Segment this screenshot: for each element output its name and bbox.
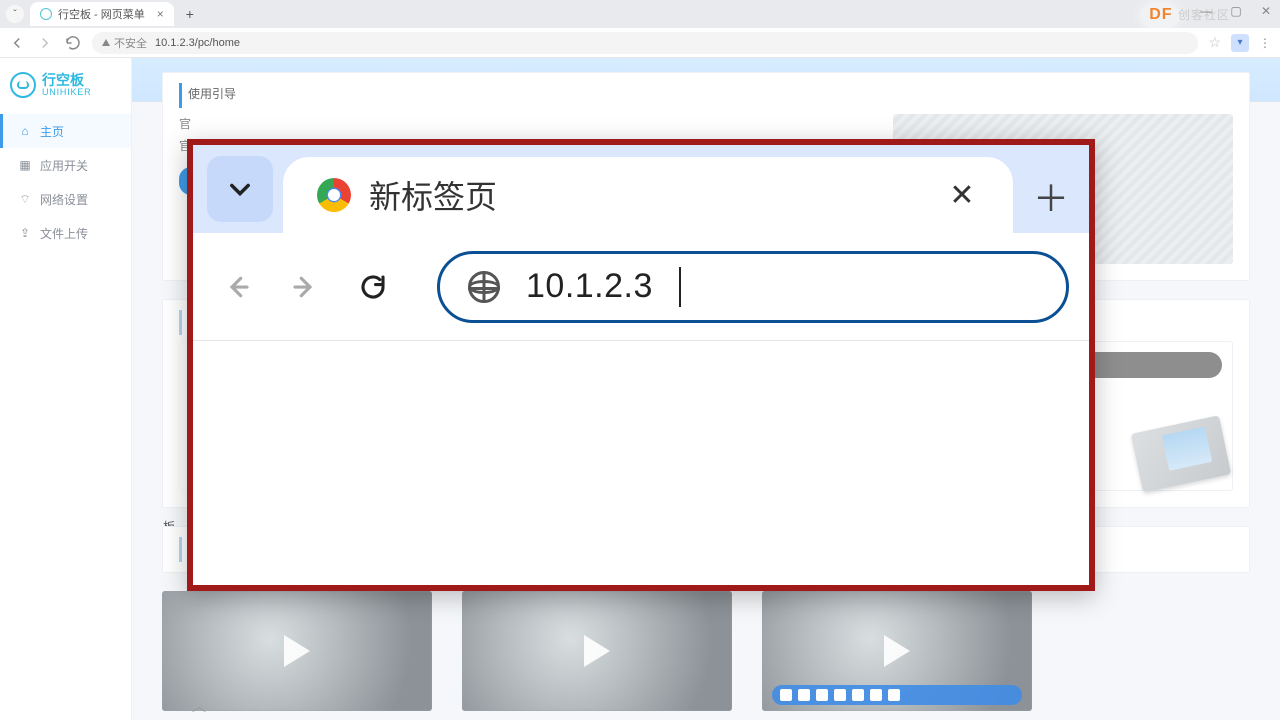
video-row — [132, 591, 1280, 711]
sidebar-item-label: 文件上传 — [40, 225, 88, 242]
overlay-page-body — [193, 341, 1089, 585]
chrome-logo-icon — [317, 178, 351, 212]
chevron-up-icon[interactable]: ︿ — [192, 696, 206, 716]
tab-title: 行空板 - 网页菜单 — [58, 6, 145, 22]
sidebar-nav: ⌂ 主页 ▦ 应用开关 ⌔ 网络设置 ⇪ 文件上传 — [0, 114, 131, 250]
upload-icon: ⇪ — [18, 226, 32, 240]
play-icon — [284, 635, 310, 667]
overlay-tabs-menu-button[interactable] — [207, 156, 273, 222]
sidebar-item-home[interactable]: ⌂ 主页 — [0, 114, 131, 148]
home-icon: ⌂ — [18, 124, 32, 138]
sidebar-item-upload[interactable]: ⇪ 文件上传 — [0, 216, 131, 250]
brand-title-cn: 行空板 — [42, 73, 91, 88]
unihiker-logo-icon — [10, 72, 36, 98]
overlay-browser-tab[interactable]: 新标签页 ✕ — [283, 157, 1013, 233]
reload-icon — [358, 272, 388, 302]
tab-strip: ˇ 行空板 - 网页菜单 × + DF 创客社区 — ▢ ✕ — [0, 0, 1280, 28]
overlay-nav-reload-button[interactable] — [349, 263, 397, 311]
tabs-menu-button[interactable]: ˇ — [6, 5, 24, 23]
nav-forward-button[interactable] — [36, 34, 54, 52]
insecure-badge[interactable]: 不安全 — [102, 35, 147, 51]
sidebar-item-network[interactable]: ⌔ 网络设置 — [0, 182, 131, 216]
guide-text-line: 官 — [179, 114, 601, 136]
brand-title-en: UNIHIKER — [42, 88, 91, 97]
window-maximize-button[interactable]: ▢ — [1226, 4, 1246, 18]
overlay-tab-close-button[interactable]: ✕ — [945, 178, 979, 212]
brand-logo[interactable]: 行空板 UNIHIKER — [0, 58, 131, 104]
address-url: 10.1.2.3/pc/home — [155, 37, 240, 49]
address-field[interactable]: 不安全 10.1.2.3/pc/home — [92, 32, 1198, 54]
globe-icon — [468, 271, 500, 303]
window-controls: — ▢ ✕ — [1196, 4, 1276, 18]
new-tab-button[interactable]: + — [180, 6, 200, 22]
sidebar-item-label: 网络设置 — [40, 191, 88, 208]
overlay-chrome-window: 新标签页 ✕ ＋ 10.1.2.3 — [187, 139, 1095, 591]
overlay-nav-forward-button[interactable] — [281, 263, 329, 311]
video-thumbnail[interactable] — [162, 591, 432, 711]
tab-close-button[interactable]: × — [157, 7, 164, 21]
wifi-icon: ⌔ — [18, 192, 32, 207]
bookmark-star-icon[interactable]: ☆ — [1208, 34, 1221, 51]
arrow-left-icon — [222, 272, 252, 302]
overlay-address-field[interactable]: 10.1.2.3 — [437, 251, 1069, 323]
window-minimize-button[interactable]: — — [1196, 4, 1216, 18]
insecure-label: 不安全 — [114, 35, 147, 51]
warning-icon — [102, 39, 110, 46]
profile-button[interactable]: ▾ — [1231, 34, 1249, 52]
panel-title: 使用引导 — [179, 83, 1233, 108]
nav-reload-button[interactable] — [64, 34, 82, 52]
grid-icon: ▦ — [18, 158, 32, 172]
text-cursor-icon — [679, 267, 681, 307]
overlay-address-text: 10.1.2.3 — [526, 267, 653, 306]
sidebar-item-label: 应用开关 — [40, 157, 88, 174]
nav-back-button[interactable] — [8, 34, 26, 52]
favicon-icon — [40, 8, 52, 20]
kebab-menu-button[interactable]: ⋮ — [1259, 36, 1272, 50]
window-close-button[interactable]: ✕ — [1256, 4, 1276, 18]
video-thumbnail[interactable] — [762, 591, 1032, 711]
overlay-tab-title: 新标签页 — [369, 172, 927, 218]
sidebar-item-label: 主页 — [40, 123, 64, 140]
arrow-right-icon — [290, 272, 320, 302]
overlay-new-tab-button[interactable]: ＋ — [1013, 170, 1089, 233]
sidebar-item-apps[interactable]: ▦ 应用开关 — [0, 148, 131, 182]
overlay-tab-strip: 新标签页 ✕ ＋ — [193, 145, 1089, 233]
chevron-down-icon — [226, 175, 254, 203]
overlay-nav-back-button[interactable] — [213, 263, 261, 311]
play-icon — [884, 635, 910, 667]
sidebar: 行空板 UNIHIKER ⌂ 主页 ▦ 应用开关 ⌔ 网络设置 ⇪ — [0, 58, 132, 720]
overlay-toolbar: 10.1.2.3 — [193, 233, 1089, 341]
address-bar: 不安全 10.1.2.3/pc/home ☆ ▾ ⋮ — [0, 28, 1280, 58]
browser-tab[interactable]: 行空板 - 网页菜单 × — [30, 2, 174, 26]
video-toolbar — [772, 685, 1022, 705]
board-illustration-icon — [1131, 415, 1232, 492]
play-icon — [584, 635, 610, 667]
video-thumbnail[interactable] — [462, 591, 732, 711]
